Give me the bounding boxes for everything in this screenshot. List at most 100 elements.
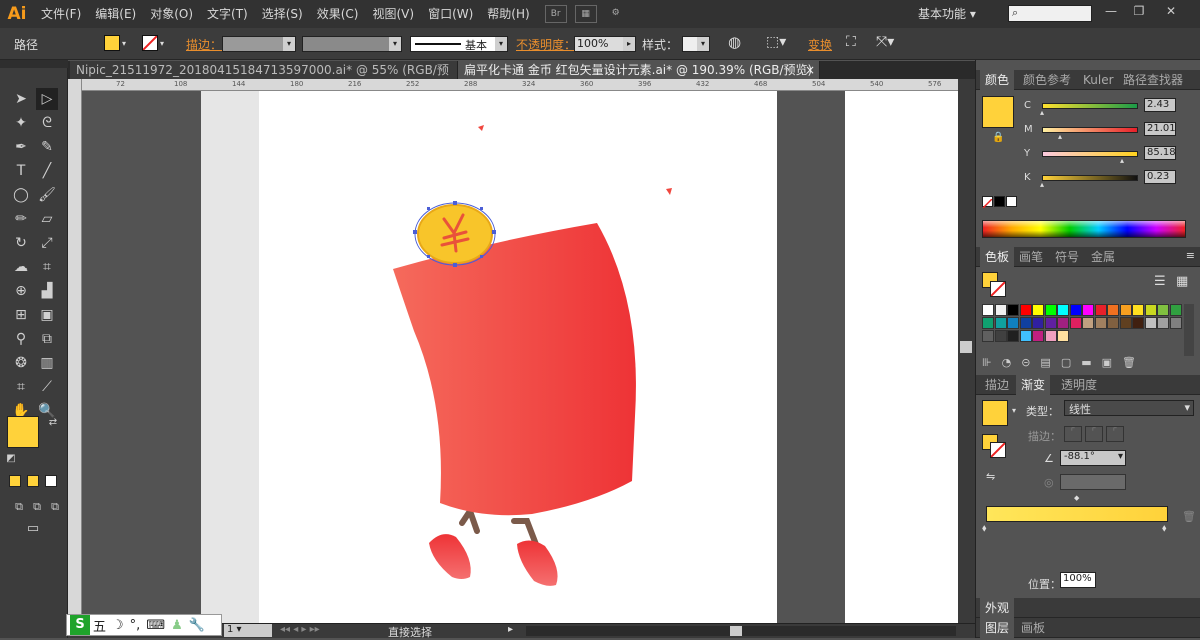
scroll-thumb[interactable] — [960, 341, 972, 353]
curvature-tool-icon[interactable]: ✎ — [36, 136, 58, 158]
tab-artboards[interactable]: 画板 — [1016, 618, 1050, 638]
color-mode-icon[interactable] — [9, 475, 21, 487]
list-view-icon[interactable]: ☰ — [1154, 274, 1166, 289]
color-swatch[interactable] — [1082, 317, 1094, 329]
gradient-angle-field[interactable]: -88.1° ▾ — [1060, 450, 1126, 466]
tab-stroke[interactable]: 描边 — [980, 375, 1014, 395]
menu-effect[interactable]: 效果(C) — [310, 0, 366, 28]
graphic-style-dropdown[interactable]: ▾ — [682, 36, 710, 52]
ellipse-tool-icon[interactable]: ◯ — [10, 184, 32, 206]
slider-handle-icon[interactable]: ▴ — [1040, 108, 1044, 117]
swatch-options-icon[interactable]: ▤ — [1040, 356, 1050, 372]
lasso-icon[interactable]: ᘓ — [36, 112, 58, 134]
keyboard-icon[interactable]: ⌨ — [146, 618, 165, 633]
direct-selection-tool-icon[interactable]: ▷ — [36, 88, 58, 110]
color-swatch[interactable] — [1069, 304, 1082, 316]
fill-swatch[interactable] — [104, 35, 120, 51]
column-graph-icon[interactable]: ▥ — [36, 352, 58, 374]
screen-mode-icon[interactable]: ▭ — [22, 518, 44, 540]
brush-profile-dropdown[interactable]: 基本 ▾ — [410, 36, 508, 52]
color-swatch[interactable] — [1119, 304, 1132, 316]
workspace-switcher[interactable]: 基本功能 ▾ — [918, 5, 976, 22]
fill-color-box[interactable] — [7, 416, 39, 448]
tab-color[interactable]: 颜色 — [980, 70, 1015, 90]
arrange-documents-icon[interactable]: ▦ — [574, 5, 597, 23]
paintbrush-icon[interactable]: 🖌 — [36, 184, 58, 206]
gradient-slider[interactable] — [986, 506, 1168, 522]
gradient-stroke-indicator[interactable] — [990, 442, 1006, 458]
opacity-label[interactable]: 不透明度： — [516, 36, 576, 53]
swatch-library-icon[interactable]: ⊪ — [982, 356, 992, 372]
new-folder-icon[interactable]: ▬ — [1081, 356, 1091, 372]
swap-fill-stroke-icon[interactable]: ⇄ — [42, 412, 64, 434]
tab-kuler[interactable]: Kuler — [1078, 70, 1119, 90]
tab-swatches[interactable]: 色板 — [980, 247, 1015, 267]
isolate-icon[interactable]: ⛶ — [846, 34, 856, 50]
line-tool-icon[interactable]: ╱ — [36, 160, 58, 182]
free-transform-icon[interactable]: ⌗ — [36, 256, 58, 278]
perspective-grid-icon[interactable]: ▟ — [36, 280, 58, 302]
horizontal-scrollbar[interactable] — [526, 626, 956, 636]
tab-color-guide[interactable]: 颜色参考 — [1018, 70, 1076, 90]
align-icon[interactable]: ⬚▾ — [766, 34, 786, 50]
stroke-label[interactable]: 描边： — [186, 36, 222, 53]
chevron-down-icon[interactable]: ▾ — [122, 39, 126, 48]
rotate-tool-icon[interactable]: ↻ — [10, 232, 32, 254]
color-swatch[interactable] — [1157, 317, 1169, 329]
aspect-ratio-field[interactable] — [1060, 474, 1126, 490]
magic-wand-icon[interactable]: ✦ — [10, 112, 32, 134]
artboard-tool-icon[interactable]: ⌗ — [10, 376, 32, 398]
channel-m-slider[interactable] — [1042, 127, 1138, 133]
left-leg[interactable] — [459, 504, 480, 534]
zoom-field[interactable]: 1 ▾ — [224, 624, 272, 637]
color-swatch[interactable] — [1019, 330, 1032, 342]
color-swatch[interactable] — [1119, 317, 1132, 329]
channel-c-value[interactable]: 2.43 — [1144, 98, 1176, 112]
channel-c-slider[interactable] — [1042, 103, 1138, 109]
color-swatch[interactable] — [1144, 317, 1157, 329]
channel-k-value[interactable]: 0.23 — [1144, 170, 1176, 184]
warp-tool-icon[interactable]: ☁ — [10, 256, 32, 278]
color-swatch[interactable] — [1157, 304, 1169, 316]
menu-type[interactable]: 文字(T) — [200, 0, 255, 28]
tab-document-1[interactable]: Nipic_21511972_20180415184713597000.ai* … — [70, 61, 458, 95]
new-swatch-icon[interactable]: ▣ — [1102, 356, 1112, 372]
color-swatch[interactable] — [1044, 317, 1057, 329]
menu-view[interactable]: 视图(V) — [365, 0, 421, 28]
thumbnail-view-icon[interactable]: ▦ — [1176, 274, 1188, 289]
stroke-gradient-along-icon[interactable]: ⌜ — [1085, 426, 1103, 442]
eraser-icon[interactable]: ▱ — [36, 208, 58, 230]
color-swatch[interactable] — [1057, 330, 1069, 342]
slider-handle-icon[interactable]: ▴ — [1120, 156, 1124, 165]
user-icon[interactable]: ♟ — [171, 618, 183, 633]
status-menu-icon[interactable]: ▸ — [508, 624, 513, 635]
default-colors-icon[interactable]: ◩ — [0, 448, 22, 470]
chevron-down-icon[interactable]: ▾ — [160, 39, 164, 48]
white-swatch[interactable] — [1006, 196, 1017, 207]
delete-stop-icon[interactable]: 🗑 — [1182, 510, 1196, 523]
color-swatch[interactable] — [1044, 330, 1057, 342]
stroke-swatch[interactable] — [142, 35, 158, 51]
channel-y-value[interactable]: 85.18 — [1144, 146, 1176, 160]
color-swatch[interactable] — [1069, 317, 1082, 329]
color-fill-swatch[interactable] — [982, 96, 1014, 128]
color-swatch[interactable] — [1107, 304, 1119, 316]
gradient-preview-swatch[interactable] — [982, 400, 1008, 426]
transform-label[interactable]: 变换 — [808, 36, 832, 53]
symbol-sprayer-icon[interactable]: ❂ — [10, 352, 32, 374]
draw-inside-icon[interactable]: ⧉ — [44, 496, 66, 518]
trash-icon[interactable]: 🗑 — [1122, 356, 1136, 372]
color-swatch[interactable] — [1019, 317, 1032, 329]
scale-tool-icon[interactable]: ⤢ — [36, 232, 58, 254]
color-swatch[interactable] — [994, 317, 1007, 329]
ime-logo[interactable]: S — [70, 615, 90, 635]
chevron-down-icon[interactable]: ▾ — [1012, 406, 1016, 415]
close-button[interactable]: ✕ — [1160, 4, 1182, 22]
menu-file[interactable]: 文件(F) — [34, 0, 88, 28]
color-swatch[interactable] — [1032, 304, 1044, 316]
confetti-piece[interactable] — [666, 188, 672, 195]
tab-symbols[interactable]: 符号 — [1050, 247, 1084, 267]
reverse-gradient-icon[interactable]: ⇋ — [986, 470, 995, 483]
canvas[interactable]: 经验 — [82, 91, 1008, 624]
pen-tool-icon[interactable]: ✒ — [10, 136, 32, 158]
